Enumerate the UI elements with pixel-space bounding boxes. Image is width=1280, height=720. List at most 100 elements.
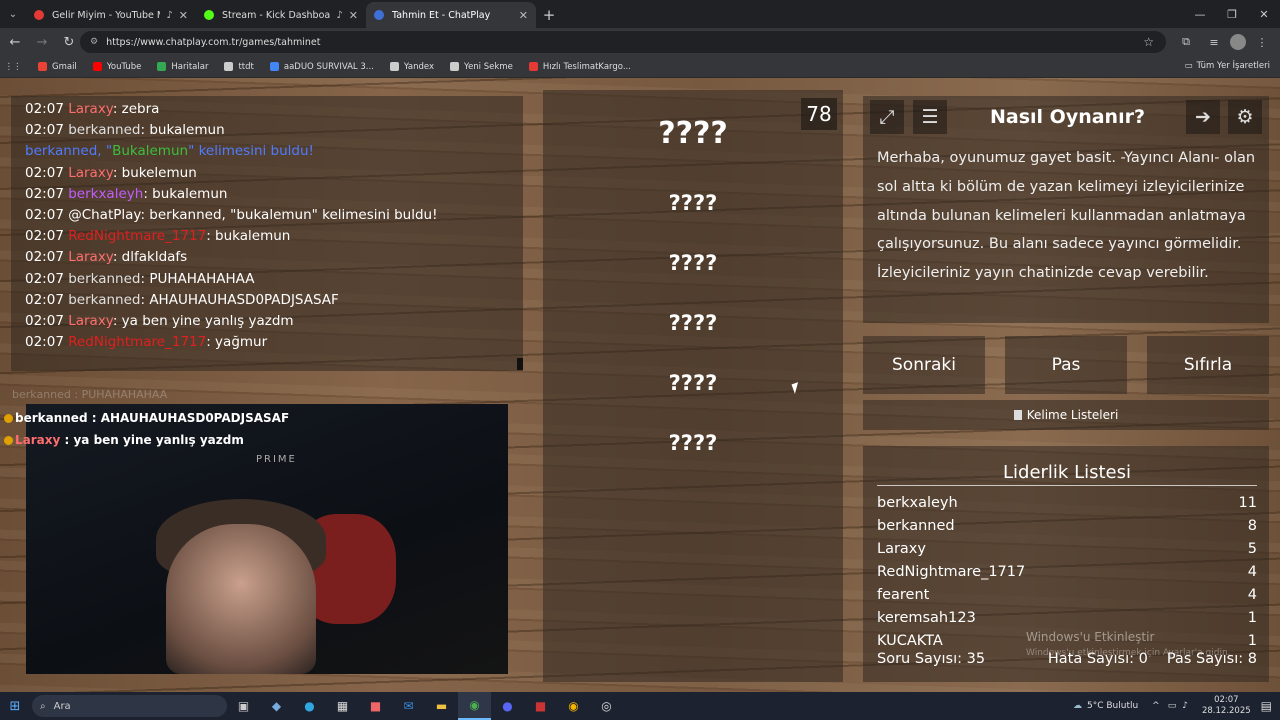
task-view-icon[interactable]: ▣: [227, 692, 260, 720]
bookmark-item[interactable]: ttdt: [224, 61, 254, 72]
url-input[interactable]: ⚙ https://www.chatplay.com.tr/games/tahm…: [80, 31, 1166, 53]
taskbar: ⊞ ⌕ Ara ▣ ◆ ● ▦ ■ ✉ ▬ ◉ ● ■ ◉ ◎ ☁ 5°C Bu…: [0, 692, 1280, 720]
all-bookmarks[interactable]: ▭ Tüm Yer İşaretleri: [1185, 61, 1270, 71]
badge-icon: [4, 436, 13, 445]
close-window-icon[interactable]: ✕: [1248, 0, 1280, 28]
audio-icon[interactable]: ♪: [336, 10, 342, 21]
restore-icon[interactable]: ❐: [1216, 0, 1248, 28]
notifications-icon[interactable]: ▤: [1261, 699, 1272, 713]
back-icon[interactable]: ←: [3, 30, 27, 54]
hidden-word: ????: [668, 251, 718, 275]
forward-icon[interactable]: →: [30, 30, 54, 54]
browser-tab[interactable]: Stream - Kick Dashboard ♪ ✕: [196, 2, 366, 28]
bookmark-favicon: [38, 62, 47, 71]
chat-message: 02:07 @ChatPlay: berkanned, "bukalemun" …: [25, 205, 509, 226]
error-count: Hata Sayısı: 0: [1047, 651, 1148, 667]
chat-panel: 02:07 Laraxy: zebra 02:07 berkanned: buka…: [11, 96, 523, 371]
reload-icon[interactable]: ↻: [57, 30, 81, 54]
bookmark-label: aaDUO SURVIVAL 3...: [283, 61, 374, 72]
media-icon[interactable]: ≡: [1202, 30, 1226, 54]
url-text: https://www.chatplay.com.tr/games/tahmin…: [106, 36, 321, 48]
fullscreen-icon[interactable]: ⤢: [870, 100, 904, 134]
chat-time: 02:07: [25, 249, 64, 266]
bookmark-item[interactable]: YouTube: [92, 61, 142, 72]
chat-highlight: Bukalemun: [112, 143, 189, 160]
close-tab-icon[interactable]: ✕: [179, 9, 188, 22]
tab-title: Stream - Kick Dashboard: [222, 9, 331, 21]
chat-text: : bukelemun: [112, 164, 197, 181]
bookmark-star-icon[interactable]: ☆: [1143, 35, 1154, 49]
exit-icon[interactable]: ➔: [1186, 100, 1220, 134]
chat-message: 02:07 berkanned: AHAUHAUHASD0PADJSASAF: [25, 290, 509, 311]
bookmark-item[interactable]: Hızlı TeslimatKargo...: [528, 62, 631, 72]
bookmark-label: YouTube: [106, 61, 142, 72]
notes-icon[interactable]: ☰: [913, 100, 947, 134]
volume-icon[interactable]: ♪: [1182, 701, 1188, 711]
chat-time: 02:07: [25, 185, 64, 202]
browser-tab[interactable]: Tahmin Et - ChatPlay ✕: [366, 2, 536, 28]
player-score: 1: [1247, 633, 1257, 647]
pass-button[interactable]: Pas: [1005, 336, 1127, 394]
chat-text: : bukalemun: [140, 122, 225, 139]
chat-message: 02:07 berkanned: bukalemun: [25, 120, 509, 141]
taskbar-search[interactable]: ⌕ Ara: [32, 695, 227, 717]
next-button[interactable]: Sonraki: [863, 336, 985, 394]
bookmark-item[interactable]: aaDUO SURVIVAL 3...: [269, 61, 374, 72]
copilot-icon[interactable]: ◆: [260, 692, 293, 720]
badge-icon: [4, 414, 13, 423]
menu-icon[interactable]: ⋮: [1250, 30, 1274, 54]
edge-icon[interactable]: ●: [293, 692, 326, 720]
office-icon[interactable]: ■: [359, 692, 392, 720]
discord-icon[interactable]: ●: [491, 692, 524, 720]
apps-icon[interactable]: ⋮⋮: [0, 62, 26, 72]
audio-icon[interactable]: ♪: [166, 10, 172, 21]
chat-message: 02:07 Laraxy: zebra: [25, 99, 509, 120]
minimize-icon[interactable]: —: [1184, 0, 1216, 28]
tray-overflow-icon[interactable]: ^: [1152, 701, 1160, 711]
new-tab-button[interactable]: +: [536, 2, 562, 28]
bookmarks-bar: ⋮⋮ Gmail YouTube Haritalar ttdt aaDUO SURVIV…: [0, 56, 1280, 78]
chat-user: @ChatPlay: [68, 207, 141, 224]
chrome-taskbar-icon[interactable]: ◉: [458, 692, 491, 720]
player-name: fearent: [877, 587, 930, 603]
mail-icon[interactable]: ✉: [392, 692, 425, 720]
activation-watermark-title: Windows'u Etkinleştir: [1026, 630, 1155, 644]
bookmark-item[interactable]: Gmail: [38, 62, 77, 72]
leaderboard-footer: Soru Sayısı: 35 Hata Sayısı: 0 Pas Sayıs…: [877, 651, 1257, 667]
word-lists-button[interactable]: Kelime Listeleri: [863, 400, 1269, 430]
browser-tab[interactable]: Gelir Miyim - YouTube Music ♪ ✕: [26, 2, 196, 28]
close-tab-icon[interactable]: ✕: [349, 9, 358, 22]
store-icon[interactable]: ▦: [326, 692, 359, 720]
close-tab-icon[interactable]: ✕: [519, 9, 528, 22]
extensions-icon[interactable]: ⧉: [1174, 30, 1198, 54]
weather[interactable]: 5°C Bulutlu: [1087, 701, 1138, 711]
site-info-icon[interactable]: ⚙: [90, 37, 98, 47]
settings-icon[interactable]: ⚙: [1228, 100, 1262, 134]
clock-time: 02:07: [1214, 695, 1239, 705]
leaderboard-row: Laraxy 5: [877, 541, 1257, 557]
player-name: KUCAKTA: [877, 633, 943, 647]
chat-user: Laraxy: [68, 313, 113, 330]
player-score: 1: [1247, 610, 1257, 626]
chat-scrollbar[interactable]: [517, 358, 523, 370]
bookmark-item[interactable]: Haritalar: [157, 62, 208, 72]
winrar-icon[interactable]: ■: [524, 692, 557, 720]
profile-avatar[interactable]: [1230, 34, 1246, 50]
overlay-user: Laraxy: [15, 433, 61, 447]
overlay-user: berkanned: [15, 411, 88, 425]
chrome-icon[interactable]: ◉: [557, 692, 590, 720]
network-icon[interactable]: ▭: [1168, 701, 1177, 711]
clock[interactable]: 02:07 28.12.2025: [1202, 695, 1251, 717]
stream-overlay-line: Laraxy : ya ben yine yanlış yazdm: [4, 433, 244, 447]
tab-search-icon[interactable]: ⌄: [0, 0, 26, 28]
windows-start-icon[interactable]: ⊞: [0, 692, 30, 720]
search-icon: ⌕: [40, 700, 46, 712]
obs-icon[interactable]: ◎: [590, 692, 623, 720]
bookmark-item[interactable]: Yandex: [389, 62, 434, 72]
player-name: berkanned: [877, 518, 955, 534]
reset-button[interactable]: Sıfırla: [1147, 336, 1269, 394]
bookmark-label: ttdt: [238, 61, 254, 72]
file-explorer-icon[interactable]: ▬: [425, 692, 458, 720]
bookmark-item[interactable]: Yeni Sekme: [450, 62, 513, 72]
address-bar-row: ← → ↻ ⚙ https://www.chatplay.com.tr/game…: [0, 28, 1280, 56]
